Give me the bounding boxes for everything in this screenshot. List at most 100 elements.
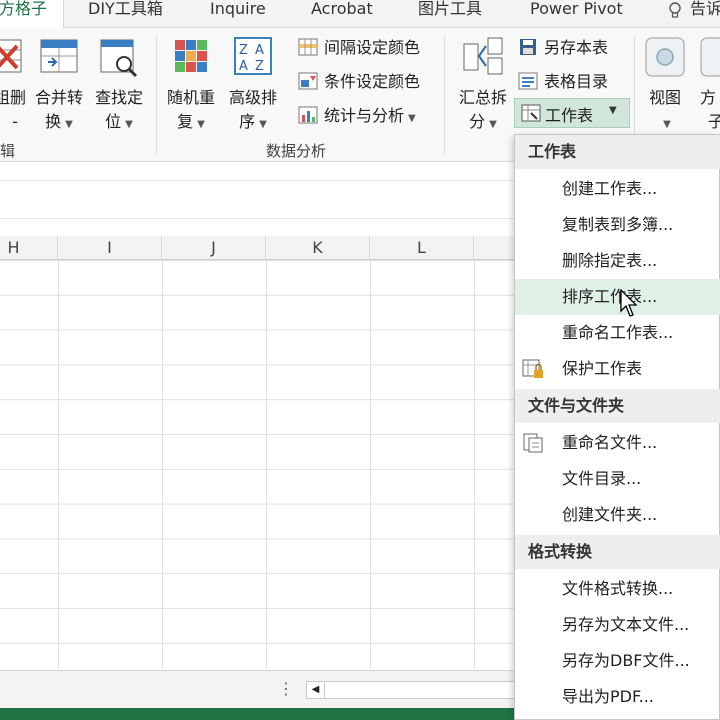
chevron-down-icon: ▼ [197,119,205,130]
group-divider [444,36,445,154]
horizontal-scrollbar[interactable]: ◀ [306,681,516,699]
random-repeat-label-2: 复 [177,112,194,131]
view-label: 视图 [648,88,681,107]
menu-item-protect-worksheet[interactable]: 保护工作表 [515,351,720,387]
condition-color-button[interactable]: 条件设定颜色 [298,70,420,94]
gridline [474,260,475,670]
gridline [162,260,163,670]
gridline [266,260,267,670]
gridline [58,260,59,670]
svg-text:A: A [255,43,264,58]
save-sheet-button[interactable]: 另存本表 [518,36,608,60]
chevron-down-icon: ▼ [65,119,73,130]
directory-icon [518,72,538,90]
summary-split-label-1: 汇总拆 [458,88,507,107]
worksheet-button[interactable]: 工作表 ▼ [514,98,630,128]
partial-right-label-1: 方 [700,88,717,107]
menu-section-format-convert: 格式转换 [515,535,720,569]
worksheet-dropdown-menu: 工作表 创建工作表... 复制表到多簿... 删除指定表... 排序工作表...… [514,134,720,720]
sort-az-icon: Z A A Z [234,37,272,75]
menu-item-rename-files[interactable]: 重命名文件... [515,425,720,461]
menu-item-create-folders[interactable]: 创建文件夹... [515,497,720,533]
column-header-i[interactable]: I [58,236,162,260]
svg-text:Z: Z [255,59,264,74]
tab-acrobat[interactable]: Acrobat [311,0,373,28]
tab-power-pivot[interactable]: Power Pivot [530,0,623,28]
column-header-h[interactable]: H [0,236,58,260]
stats-analysis-button[interactable]: 统计与分析 ▼ [298,104,416,128]
menu-item-save-as-dbf[interactable]: 另存为DBF文件... [515,643,720,679]
mouse-pointer-icon [620,289,638,317]
delete-grid-icon [0,39,22,73]
menu-item-copy-to-workbooks[interactable]: 复制表到多簿... [515,207,720,243]
protect-worksheet-label: 保护工作表 [562,359,643,378]
find-locate-button[interactable]: 查找定 位 ▼ [88,36,150,136]
condition-color-icon [298,72,318,90]
column-header-l[interactable]: L [370,236,474,260]
merge-convert-label-2: 换 [45,112,62,131]
stats-analysis-label: 统计与分析 [324,106,405,125]
edit-group-label: 辑 [0,142,16,160]
chevron-down-icon: ▼ [489,119,497,130]
menu-item-sort-worksheets[interactable]: 排序工作表... [515,279,720,315]
menu-item-export-pdf[interactable]: 导出为PDF... [515,679,720,715]
random-blocks-icon [175,40,207,72]
interval-color-label: 间隔设定颜色 [324,38,421,57]
tab-diy-toolbox[interactable]: DIY工具箱 [88,0,163,28]
random-repeat-button[interactable]: 随机重 复 ▼ [160,36,222,136]
grid-color-icon [298,38,318,56]
partial-right-label-2: 子 [708,112,720,131]
menu-item-create-worksheet[interactable]: 创建工作表... [515,171,720,207]
merge-convert-button[interactable]: 合并转 换 ▼ [30,36,88,136]
menu-item-rename-worksheets[interactable]: 重命名工作表... [515,315,720,351]
partial-right-button[interactable]: 方 子 [700,36,720,136]
menu-item-file-directory[interactable]: 文件目录... [515,461,720,497]
view-icon [645,37,685,77]
random-repeat-label-1: 随机重 [166,88,215,107]
view-button[interactable]: 视图 ▼ [636,36,694,136]
menu-section-worksheet: 工作表 [515,135,720,169]
interval-color-button[interactable]: 间隔设定颜色 [298,36,420,60]
excel-window: 方格子 DIY工具箱 Inquire Acrobat 图片工具 Power Pi… [0,0,720,720]
tab-tell-me[interactable]: 告诉 [690,0,720,28]
rename-files-label: 重命名文件... [562,433,658,452]
save-icon [520,39,536,55]
tab-inquire[interactable]: Inquire [210,0,266,28]
summary-split-button[interactable]: 汇总拆 分 ▼ [452,36,514,136]
gridline [370,260,371,670]
scroll-left-icon[interactable]: ◀ [307,682,325,698]
svg-text:Z: Z [239,43,248,58]
rename-file-icon [523,433,543,453]
merge-cells-icon [40,39,78,73]
menu-section-files-folders: 文件与文件夹 [515,389,720,423]
batch-delete-dash: - [12,112,18,131]
sheet-directory-button[interactable]: 表格目录 [518,70,608,94]
advanced-sort-button[interactable]: Z A A Z 高级排 序 ▼ [222,36,284,136]
tab-fanggezi[interactable]: 方格子 [0,0,64,29]
menu-item-file-format-convert[interactable]: 文件格式转换... [515,571,720,607]
find-icon [100,39,138,78]
condition-color-label: 条件设定颜色 [324,72,421,91]
stats-icon [298,106,318,124]
advanced-sort-label-1: 高级排 [228,88,277,107]
batch-delete-label: 组删 [0,88,26,107]
worksheet-label: 工作表 [545,106,594,125]
group-divider [156,36,157,154]
more-options-icon[interactable]: ⋮ [278,679,294,698]
lightbulb-icon[interactable] [668,2,682,20]
data-analysis-group-label: 数据分析 [266,142,327,160]
square-icon [700,37,720,77]
menu-item-save-as-text[interactable]: 另存为文本文件... [515,607,720,643]
column-header-j[interactable]: J [162,236,266,260]
summary-split-icon [463,37,503,75]
tab-picture-tools[interactable]: 图片工具 [418,0,482,28]
menu-item-delete-sheets[interactable]: 删除指定表... [515,243,720,279]
chevron-down-icon: ▼ [663,119,671,130]
batch-delete-button[interactable]: 组删 - [0,36,26,136]
chevron-down-icon: ▼ [408,113,416,124]
protect-sheet-icon [522,359,543,378]
save-sheet-label: 另存本表 [544,38,609,57]
column-header-k[interactable]: K [266,236,370,260]
worksheet-icon [521,104,541,122]
summary-split-label-2: 分 [469,112,486,131]
